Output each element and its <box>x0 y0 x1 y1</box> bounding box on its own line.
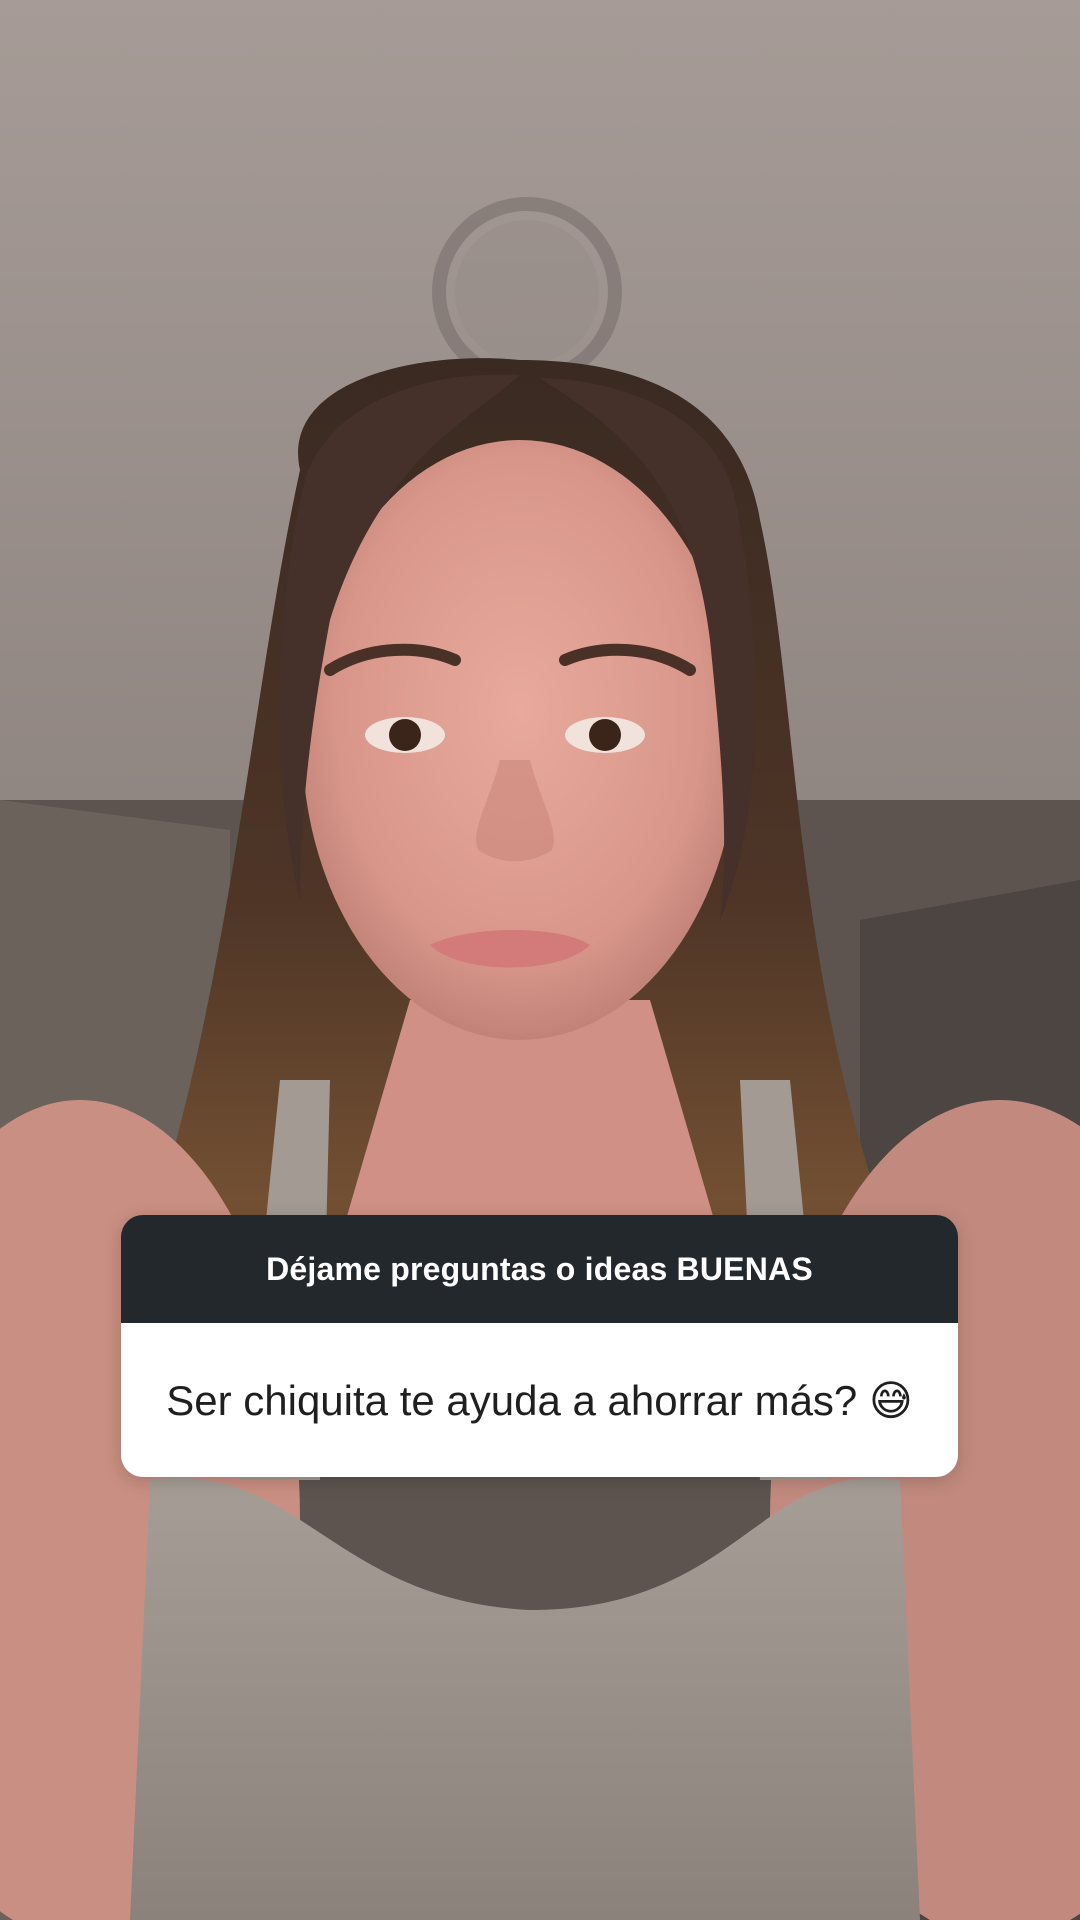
question-answer-text: Ser chiquita te ayuda a ahorrar más? 😅 <box>166 1376 913 1424</box>
story-background-photo <box>0 0 1080 1920</box>
question-sticker-header: Déjame preguntas o ideas BUENAS <box>121 1215 958 1323</box>
story-viewer: Déjame preguntas o ideas BUENAS Ser chiq… <box>0 0 1080 1920</box>
question-prompt: Déjame preguntas o ideas BUENAS <box>266 1250 813 1287</box>
question-sticker[interactable]: Déjame preguntas o ideas BUENAS Ser chiq… <box>121 1215 958 1477</box>
question-sticker-body: Ser chiquita te ayuda a ahorrar más? 😅 <box>121 1323 958 1477</box>
